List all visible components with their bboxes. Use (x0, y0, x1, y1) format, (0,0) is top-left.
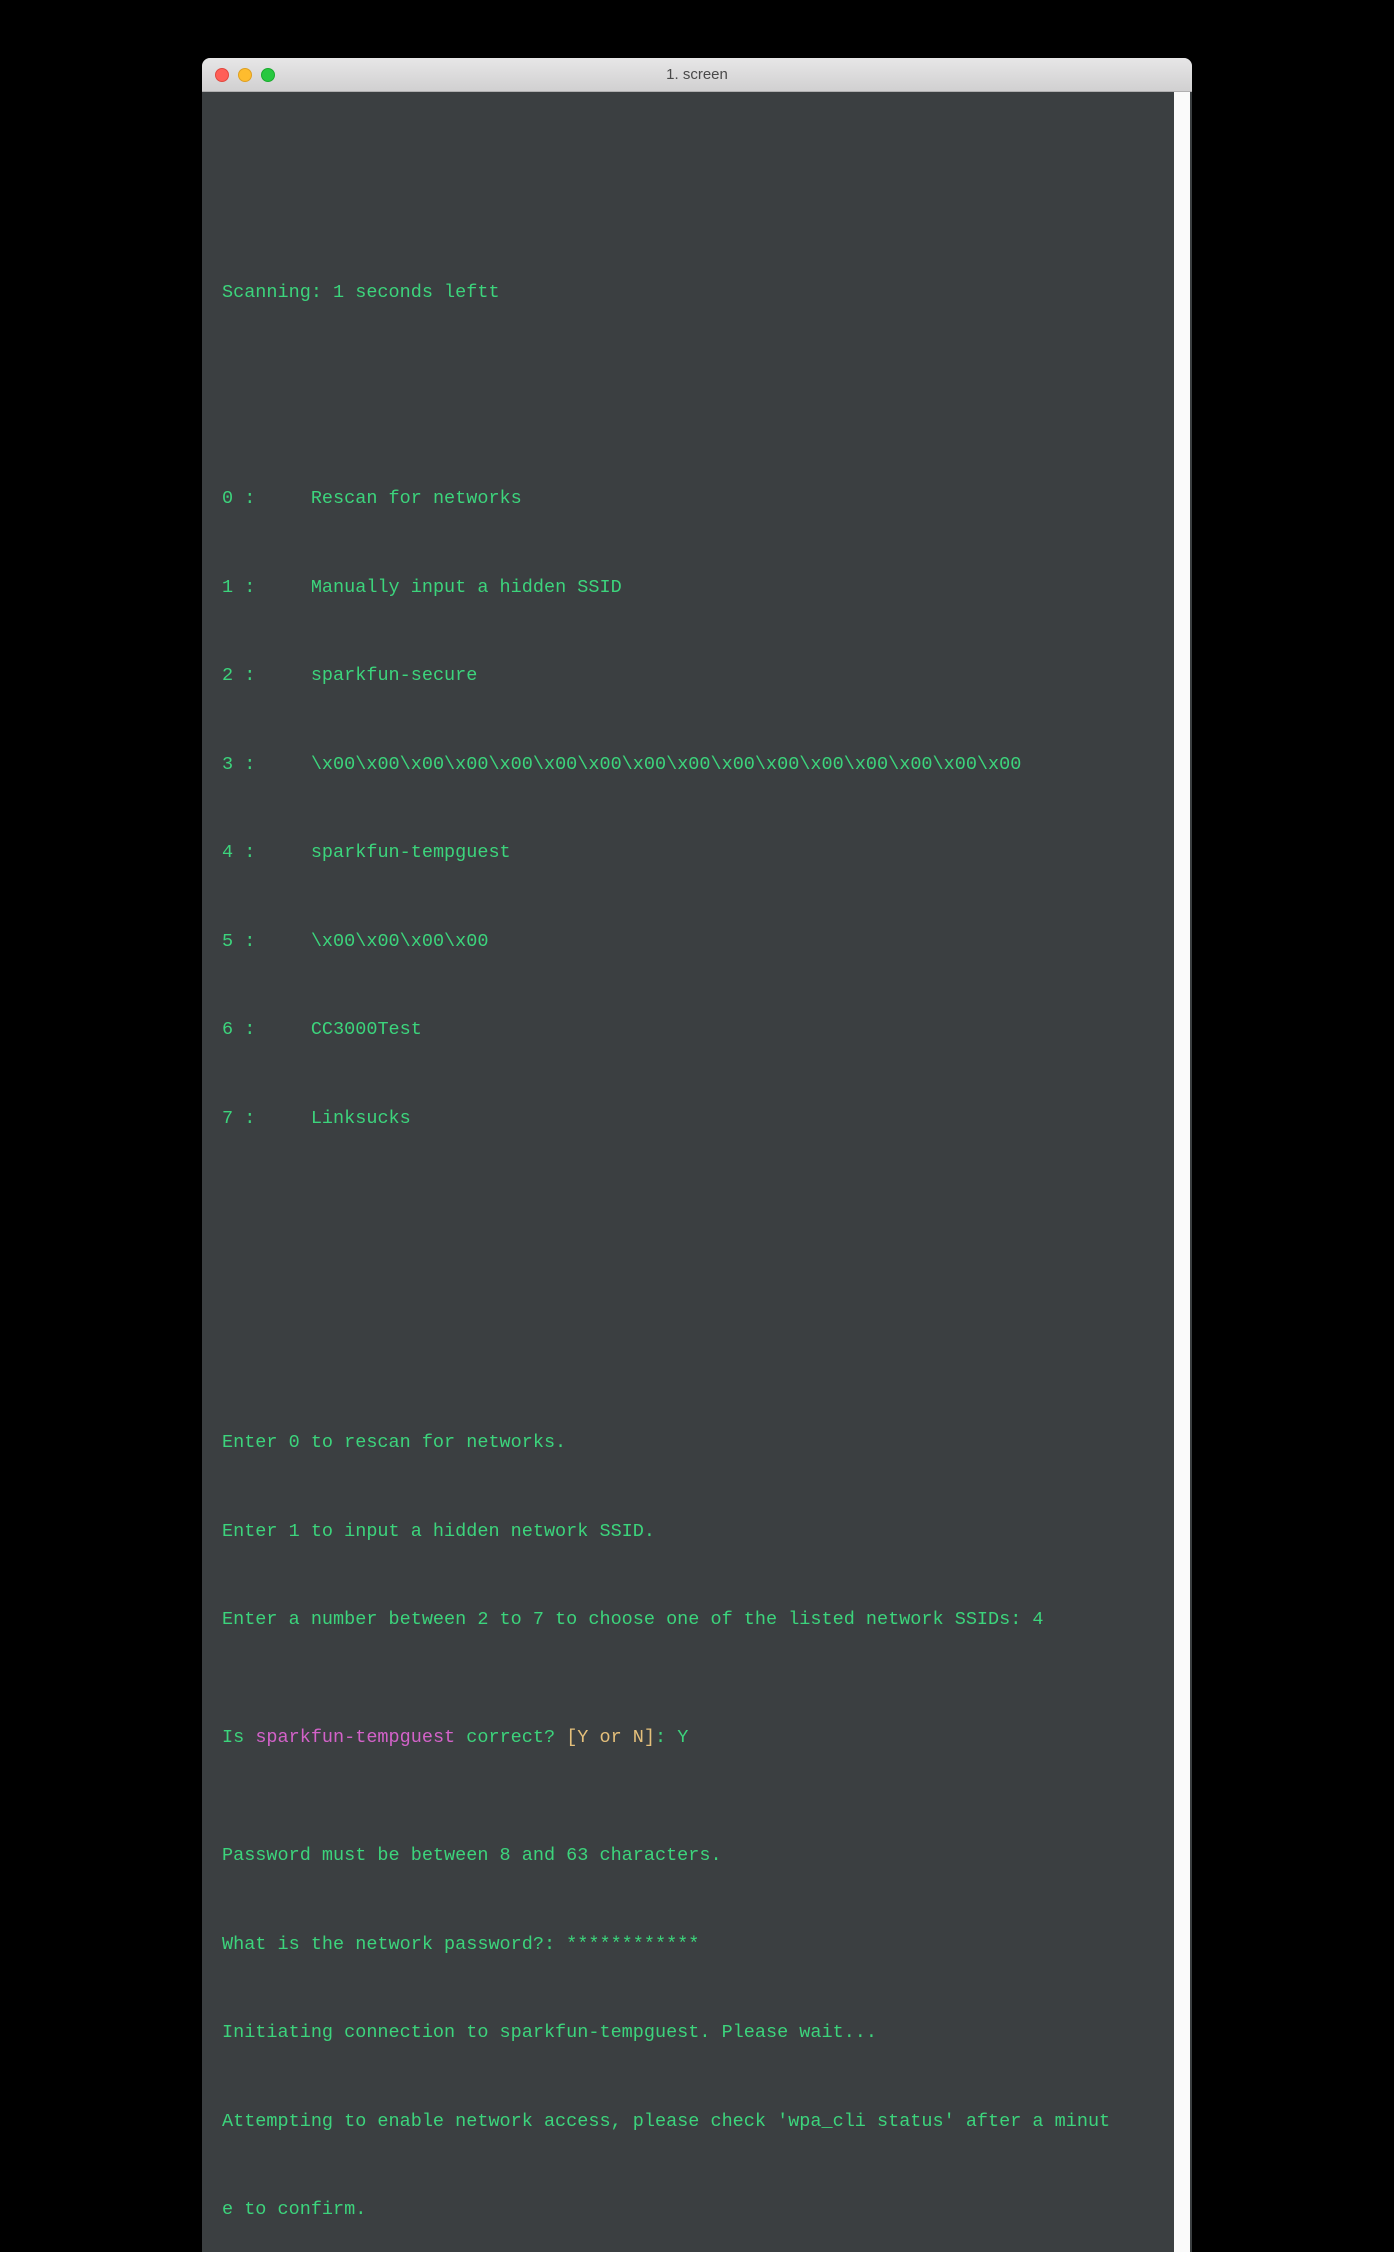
network-option: 1 : Manually input a hidden SSID (222, 573, 1172, 603)
network-option: 0 : Rescan for networks (222, 484, 1172, 514)
blank-line (222, 366, 1172, 396)
minimize-icon[interactable] (238, 68, 252, 82)
yn-prompt: [Y or N] (566, 1727, 655, 1748)
attempt-line-2: e to confirm. (222, 2195, 1172, 2225)
traffic-lights (215, 68, 275, 82)
instruction-hidden: Enter 1 to input a hidden network SSID. (222, 1517, 1172, 1547)
confirm-line: Is sparkfun-tempguest correct? [Y or N]:… (222, 1723, 1172, 1753)
window-titlebar[interactable]: 1. screen (202, 58, 1192, 92)
terminal-window: 1. screen Scanning: 1 seconds leftt 0 : … (202, 58, 1192, 2252)
blank-line (222, 1310, 1172, 1340)
network-option: 7 : Linksucks (222, 1104, 1172, 1134)
selected-ssid: sparkfun-tempguest (255, 1727, 455, 1748)
network-option: 5 : \x00\x00\x00\x00 (222, 927, 1172, 957)
password-rule: Password must be between 8 and 63 charac… (222, 1841, 1172, 1871)
scrollbar-track[interactable] (1174, 92, 1190, 2252)
terminal-body[interactable]: Scanning: 1 seconds leftt 0 : Rescan for… (202, 92, 1192, 2252)
instruction-choose: Enter a number between 2 to 7 to choose … (222, 1605, 1172, 1635)
network-option: 6 : CC3000Test (222, 1015, 1172, 1045)
attempt-line-1: Attempting to enable network access, ple… (222, 2107, 1172, 2137)
blank-line (222, 1222, 1172, 1252)
network-option: 4 : sparkfun-tempguest (222, 838, 1172, 868)
instruction-rescan: Enter 0 to rescan for networks. (222, 1428, 1172, 1458)
maximize-icon[interactable] (261, 68, 275, 82)
window-title: 1. screen (202, 66, 1192, 83)
initiating-line: Initiating connection to sparkfun-tempgu… (222, 2018, 1172, 2048)
network-option: 3 : \x00\x00\x00\x00\x00\x00\x00\x00\x00… (222, 750, 1172, 780)
network-option: 2 : sparkfun-secure (222, 661, 1172, 691)
scan-status: Scanning: 1 seconds leftt (222, 278, 1172, 308)
close-icon[interactable] (215, 68, 229, 82)
password-prompt: What is the network password?: *********… (222, 1930, 1172, 1960)
